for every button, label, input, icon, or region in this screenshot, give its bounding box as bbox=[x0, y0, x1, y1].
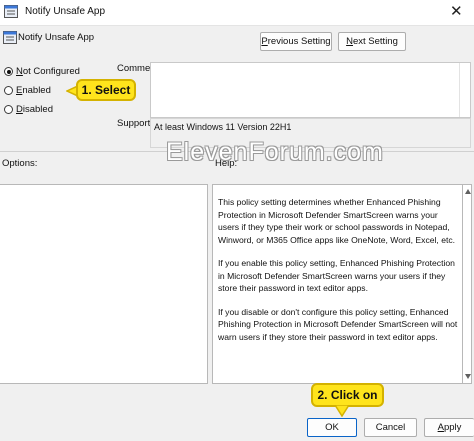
supported-on-value: At least Windows 11 Version 22H1 bbox=[154, 122, 292, 132]
close-icon[interactable]: ✕ bbox=[450, 2, 463, 20]
enabled-label: Enabled bbox=[16, 85, 51, 96]
callout-pointer-down bbox=[334, 405, 350, 417]
watermark: ElevenForum.com bbox=[166, 138, 384, 166]
policy-window-icon bbox=[4, 5, 18, 18]
radio-disabled[interactable]: Disabled bbox=[4, 104, 64, 116]
ok-button[interactable]: OK bbox=[307, 418, 357, 437]
comment-scrollbar[interactable] bbox=[459, 63, 470, 117]
click-on-callout: 2. Click on bbox=[311, 383, 384, 407]
cancel-button[interactable]: Cancel bbox=[364, 418, 417, 437]
help-paragraph: This policy setting determines whether E… bbox=[218, 197, 456, 245]
next-setting-button[interactable]: Next Setting bbox=[338, 32, 406, 51]
title-bar: Notify Unsafe App ✕ bbox=[0, 0, 474, 26]
radio-not-configured[interactable]: Not Configured bbox=[4, 66, 84, 78]
radio-button[interactable] bbox=[4, 105, 13, 114]
radio-button-checked[interactable] bbox=[4, 67, 13, 76]
not-configured-label: Not Configured bbox=[16, 66, 80, 77]
scroll-down-icon[interactable] bbox=[465, 374, 471, 379]
apply-button[interactable]: Apply bbox=[424, 418, 474, 437]
help-paragraph: If you enable this policy setting, Enhan… bbox=[218, 258, 455, 293]
next-accel-key: N bbox=[346, 36, 353, 47]
help-paragraph: If you disable or don't configure this p… bbox=[218, 306, 458, 342]
help-text: This policy setting determines whether E… bbox=[218, 196, 458, 354]
comment-textarea[interactable] bbox=[150, 62, 471, 118]
scroll-up-icon[interactable] bbox=[465, 189, 471, 194]
window-title: Notify Unsafe App bbox=[25, 6, 106, 17]
options-label: Options: bbox=[2, 158, 38, 169]
help-scrollbar[interactable] bbox=[462, 184, 472, 384]
policy-name: Notify Unsafe App bbox=[18, 32, 95, 43]
help-panel: This policy setting determines whether E… bbox=[212, 184, 463, 384]
policy-setting-icon bbox=[3, 31, 17, 44]
previous-setting-button[interactable]: Previous Setting bbox=[260, 32, 332, 51]
radio-enabled[interactable]: Enabled bbox=[4, 85, 64, 97]
options-panel bbox=[0, 184, 208, 384]
radio-button[interactable] bbox=[4, 86, 13, 95]
disabled-label: Disabled bbox=[16, 104, 53, 115]
select-callout: 1. Select bbox=[76, 79, 136, 101]
